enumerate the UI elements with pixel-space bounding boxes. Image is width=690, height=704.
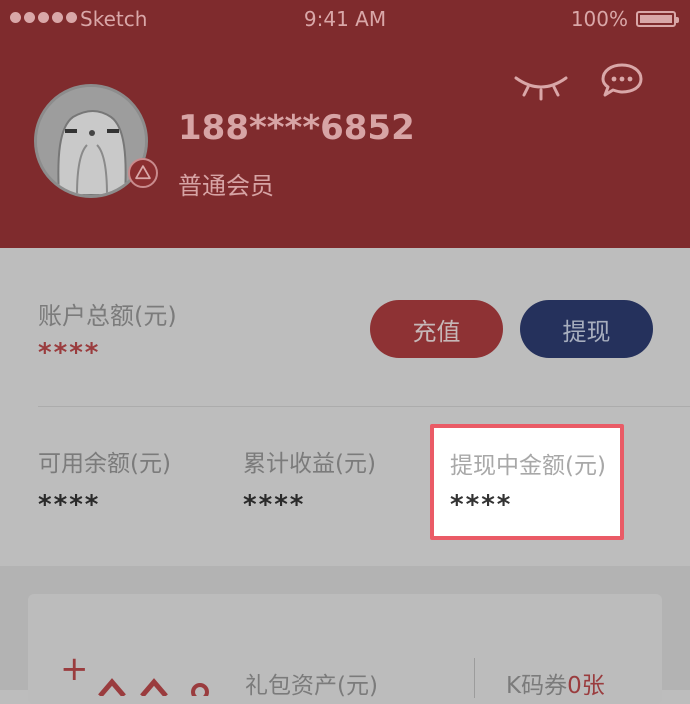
account-total-value: **** <box>38 338 101 368</box>
withdrawing-amount[interactable]: 提现中金额(元) **** <box>430 424 624 540</box>
eye-closed-icon[interactable] <box>512 68 570 102</box>
cumulative-earnings: 累计收益(元) **** <box>243 444 376 520</box>
divider <box>38 406 690 407</box>
account-total-label: 账户总额(元) <box>38 302 177 330</box>
gift-icon <box>98 678 209 696</box>
user-phone: 188****6852 <box>178 108 415 148</box>
k-coupon-count: 0张 <box>567 673 605 699</box>
available-balance-value: **** <box>38 490 101 520</box>
vertical-divider <box>474 658 475 698</box>
recharge-button[interactable]: 充值 <box>370 300 503 358</box>
available-balance: 可用余额(元) **** <box>38 444 171 520</box>
level-badge-icon <box>128 158 158 188</box>
battery-icon <box>636 11 679 27</box>
withdrawing-amount-value: **** <box>450 490 513 520</box>
gift-assets-label: 礼包资产(元) <box>245 673 378 699</box>
battery-percent: 100% <box>570 7 628 31</box>
k-coupon-label: K码券 <box>506 673 568 699</box>
status-bar: Sketch 9:41 AM 100% <box>0 0 690 38</box>
k-coupon[interactable]: K码券0张 <box>506 666 605 700</box>
member-level: 普通会员 <box>178 172 274 200</box>
available-balance-label: 可用余额(元) <box>38 451 171 477</box>
plus-icon: + <box>60 649 89 689</box>
chat-icon[interactable] <box>600 62 644 98</box>
cumulative-earnings-label: 累计收益(元) <box>243 451 376 477</box>
withdraw-button[interactable]: 提现 <box>520 300 653 358</box>
withdrawing-amount-label: 提现中金额(元) <box>450 453 606 479</box>
cumulative-earnings-value: **** <box>243 490 306 520</box>
